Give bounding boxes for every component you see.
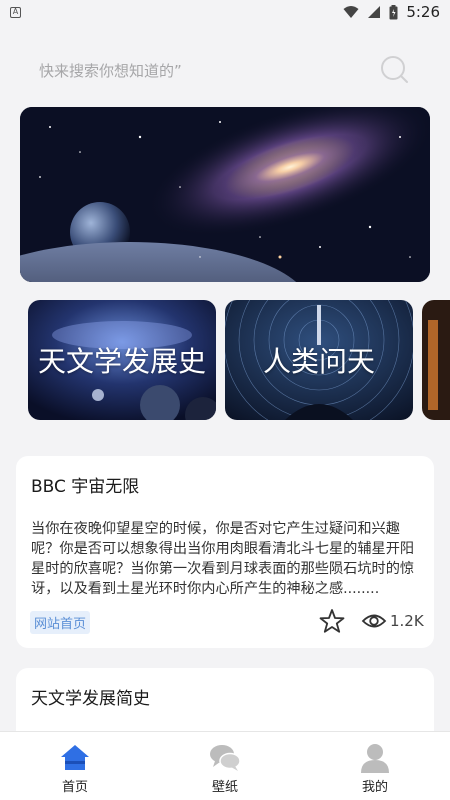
post-title[interactable]: 天文学发展简史: [31, 684, 150, 709]
user-icon: [361, 744, 389, 773]
tab-label: 我的: [361, 780, 388, 795]
category-card-partial[interactable]: [422, 300, 450, 420]
tab-label: 首页: [61, 780, 88, 795]
search-bar[interactable]: 快来搜索你想知道的”: [20, 50, 432, 90]
wifi-icon: [343, 6, 359, 18]
category-card-human-space[interactable]: 人类问天: [225, 300, 413, 420]
tab-home[interactable]: 首页: [0, 732, 150, 800]
post-summary: 当你在夜晚仰望星空的时候，你是否对它产生过疑问和兴趣呢？你是否可以想象得出当你用…: [31, 521, 415, 597]
battery-icon: [389, 4, 398, 19]
status-icons: 5:26: [343, 3, 440, 21]
bottom-tab-bar: 首页 壁纸 我的: [0, 731, 450, 800]
search-icon[interactable]: [380, 55, 410, 85]
status-time: 5:26: [406, 3, 440, 21]
post-card[interactable]: BBC 宇宙无限 当你在夜晚仰望星空的时候，你是否对它产生过疑问和兴趣呢？你是否…: [16, 456, 434, 648]
category-title: 人类问天: [262, 345, 375, 378]
post-tag[interactable]: 网站首页: [30, 611, 91, 634]
post-title[interactable]: BBC 宇宙无限: [31, 472, 139, 497]
category-card-astronomy-history[interactable]: 天文学发展史: [28, 300, 216, 420]
category-carousel[interactable]: 天文学发展史 人类问天: [28, 300, 450, 420]
notification-a-icon: A: [10, 6, 21, 18]
eye-icon: [361, 614, 387, 628]
tab-label: 壁纸: [211, 780, 238, 795]
signal-icon: [368, 6, 381, 18]
tab-mine[interactable]: 我的: [300, 732, 450, 800]
view-count: 1.2K: [390, 612, 424, 630]
tab-wallpaper[interactable]: 壁纸: [150, 732, 300, 800]
banner-galaxy-image[interactable]: [20, 107, 430, 282]
category-title: 天文学发展史: [37, 345, 206, 378]
search-input[interactable]: 快来搜索你想知道的”: [39, 60, 182, 81]
home-icon: [61, 745, 89, 770]
status-bar: A 5:26: [0, 0, 450, 24]
star-icon[interactable]: [318, 607, 346, 635]
chat-bubbles-icon: [210, 745, 241, 771]
